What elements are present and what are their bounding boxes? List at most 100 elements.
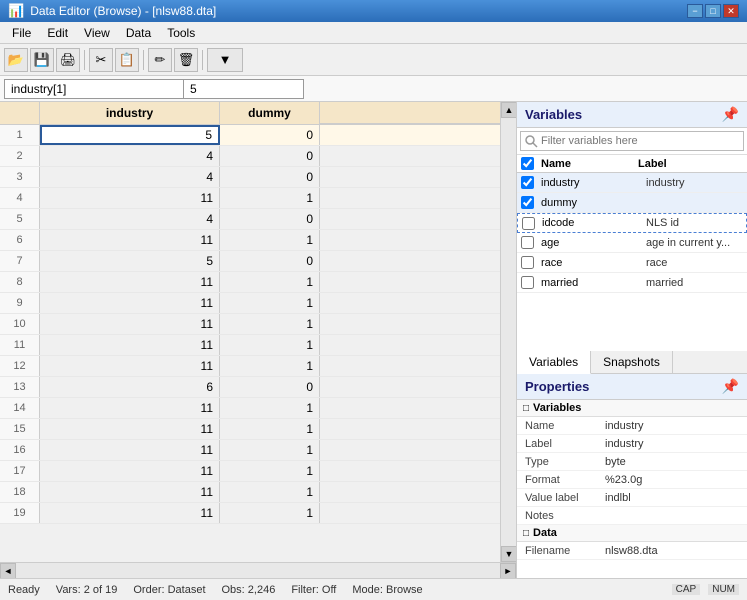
table-row[interactable]: 8111 [0, 272, 500, 293]
var-checkbox[interactable] [521, 236, 534, 249]
menu-file[interactable]: File [4, 24, 39, 42]
cell-dummy[interactable]: 1 [220, 272, 320, 292]
table-row[interactable]: 340 [0, 167, 500, 188]
cell-industry[interactable]: 11 [40, 230, 220, 250]
cell-industry[interactable]: 11 [40, 272, 220, 292]
cell-dummy[interactable]: 1 [220, 188, 320, 208]
scroll-down-button[interactable]: ▼ [501, 546, 516, 562]
cell-dummy[interactable]: 0 [220, 251, 320, 271]
grid-body[interactable]: 1502403404111540611175081119111101111111… [0, 125, 500, 562]
close-button[interactable]: ✕ [723, 4, 739, 18]
list-item[interactable]: dummy [517, 193, 747, 213]
grid-vscrollbar[interactable]: ▲ ▼ [500, 102, 516, 562]
var-checkbox-cell[interactable] [517, 256, 537, 269]
cell-industry[interactable]: 4 [40, 209, 220, 229]
var-checkbox-cell[interactable] [517, 176, 537, 189]
table-row[interactable]: 17111 [0, 461, 500, 482]
props-section-header[interactable]: □ Data [517, 525, 747, 542]
properties-pin-icon[interactable]: 📌 [722, 378, 739, 395]
table-row[interactable]: 12111 [0, 356, 500, 377]
table-row[interactable]: 15111 [0, 419, 500, 440]
tab-snapshots[interactable]: Snapshots [591, 351, 673, 373]
table-row[interactable]: 10111 [0, 314, 500, 335]
var-checkbox[interactable] [522, 217, 535, 230]
var-all-checkbox[interactable] [517, 157, 537, 170]
copy-button[interactable]: 📋 [115, 48, 139, 72]
list-item[interactable]: industryindustry [517, 173, 747, 193]
list-item[interactable]: ageage in current y... [517, 233, 747, 253]
select-all-checkbox[interactable] [521, 157, 534, 170]
var-list[interactable]: industryindustrydummyidcodeNLS idageage … [517, 173, 747, 351]
cell-dummy[interactable]: 1 [220, 398, 320, 418]
cell-dummy[interactable]: 1 [220, 419, 320, 439]
open-button[interactable]: 📂 [4, 48, 28, 72]
cell-industry[interactable]: 4 [40, 146, 220, 166]
col-header-industry[interactable]: industry [40, 102, 220, 124]
table-row[interactable]: 11111 [0, 335, 500, 356]
cell-industry[interactable]: 11 [40, 188, 220, 208]
cell-industry[interactable]: 11 [40, 398, 220, 418]
table-row[interactable]: 1360 [0, 377, 500, 398]
menu-edit[interactable]: Edit [39, 24, 76, 42]
list-item[interactable]: racerace [517, 253, 747, 273]
menu-view[interactable]: View [76, 24, 118, 42]
cell-industry[interactable]: 11 [40, 419, 220, 439]
cell-industry[interactable]: 6 [40, 377, 220, 397]
search-input[interactable] [520, 131, 744, 151]
tab-variables[interactable]: Variables [517, 351, 591, 374]
var-checkbox[interactable] [521, 276, 534, 289]
cell-dummy[interactable]: 1 [220, 356, 320, 376]
table-row[interactable]: 16111 [0, 440, 500, 461]
cell-industry[interactable]: 11 [40, 461, 220, 481]
scroll-right-button[interactable]: ► [500, 563, 516, 579]
cell-dummy[interactable]: 1 [220, 230, 320, 250]
scroll-left-button[interactable]: ◄ [0, 563, 16, 579]
cell-industry[interactable]: 11 [40, 503, 220, 523]
cell-dummy[interactable]: 1 [220, 440, 320, 460]
var-checkbox[interactable] [521, 256, 534, 269]
cell-industry[interactable]: 11 [40, 356, 220, 376]
list-item[interactable]: marriedmarried [517, 273, 747, 293]
table-row[interactable]: 150 [0, 125, 500, 146]
list-item[interactable]: idcodeNLS id [517, 213, 747, 233]
cell-address[interactable]: industry[1] [4, 79, 184, 99]
save-button[interactable]: 💾 [30, 48, 54, 72]
var-checkbox-cell[interactable] [517, 276, 537, 289]
cell-industry[interactable]: 5 [40, 125, 220, 145]
cut-button[interactable]: ✂ [89, 48, 113, 72]
cell-dummy[interactable]: 0 [220, 167, 320, 187]
grid-hscrollbar[interactable]: ◄ ► [0, 562, 516, 578]
table-row[interactable]: 4111 [0, 188, 500, 209]
cell-industry[interactable]: 5 [40, 251, 220, 271]
var-checkbox-cell[interactable] [518, 217, 538, 230]
print-button[interactable]: 🖨 [56, 48, 80, 72]
scroll-up-button[interactable]: ▲ [501, 102, 516, 118]
cell-dummy[interactable]: 1 [220, 482, 320, 502]
props-section-header[interactable]: □ Variables [517, 400, 747, 417]
cell-dummy[interactable]: 0 [220, 209, 320, 229]
menu-data[interactable]: Data [118, 24, 159, 42]
var-checkbox-cell[interactable] [517, 236, 537, 249]
props-scroll[interactable]: □ VariablesNameindustryLabelindustryType… [517, 400, 747, 578]
cell-industry[interactable]: 11 [40, 482, 220, 502]
minimize-button[interactable]: − [687, 4, 703, 18]
cell-dummy[interactable]: 1 [220, 314, 320, 334]
var-checkbox[interactable] [521, 196, 534, 209]
edit-button[interactable]: ✏ [148, 48, 172, 72]
cell-value[interactable]: 5 [184, 79, 304, 99]
cell-dummy[interactable]: 0 [220, 146, 320, 166]
cell-industry[interactable]: 11 [40, 335, 220, 355]
table-row[interactable]: 9111 [0, 293, 500, 314]
filter-button[interactable]: ▼ [207, 48, 243, 72]
var-checkbox-cell[interactable] [517, 196, 537, 209]
maximize-button[interactable]: □ [705, 4, 721, 18]
cell-dummy[interactable]: 1 [220, 335, 320, 355]
cell-dummy[interactable]: 1 [220, 503, 320, 523]
menu-tools[interactable]: Tools [159, 24, 203, 42]
table-row[interactable]: 19111 [0, 503, 500, 524]
table-row[interactable]: 750 [0, 251, 500, 272]
var-checkbox[interactable] [521, 176, 534, 189]
cell-industry[interactable]: 11 [40, 293, 220, 313]
table-row[interactable]: 240 [0, 146, 500, 167]
table-row[interactable]: 540 [0, 209, 500, 230]
